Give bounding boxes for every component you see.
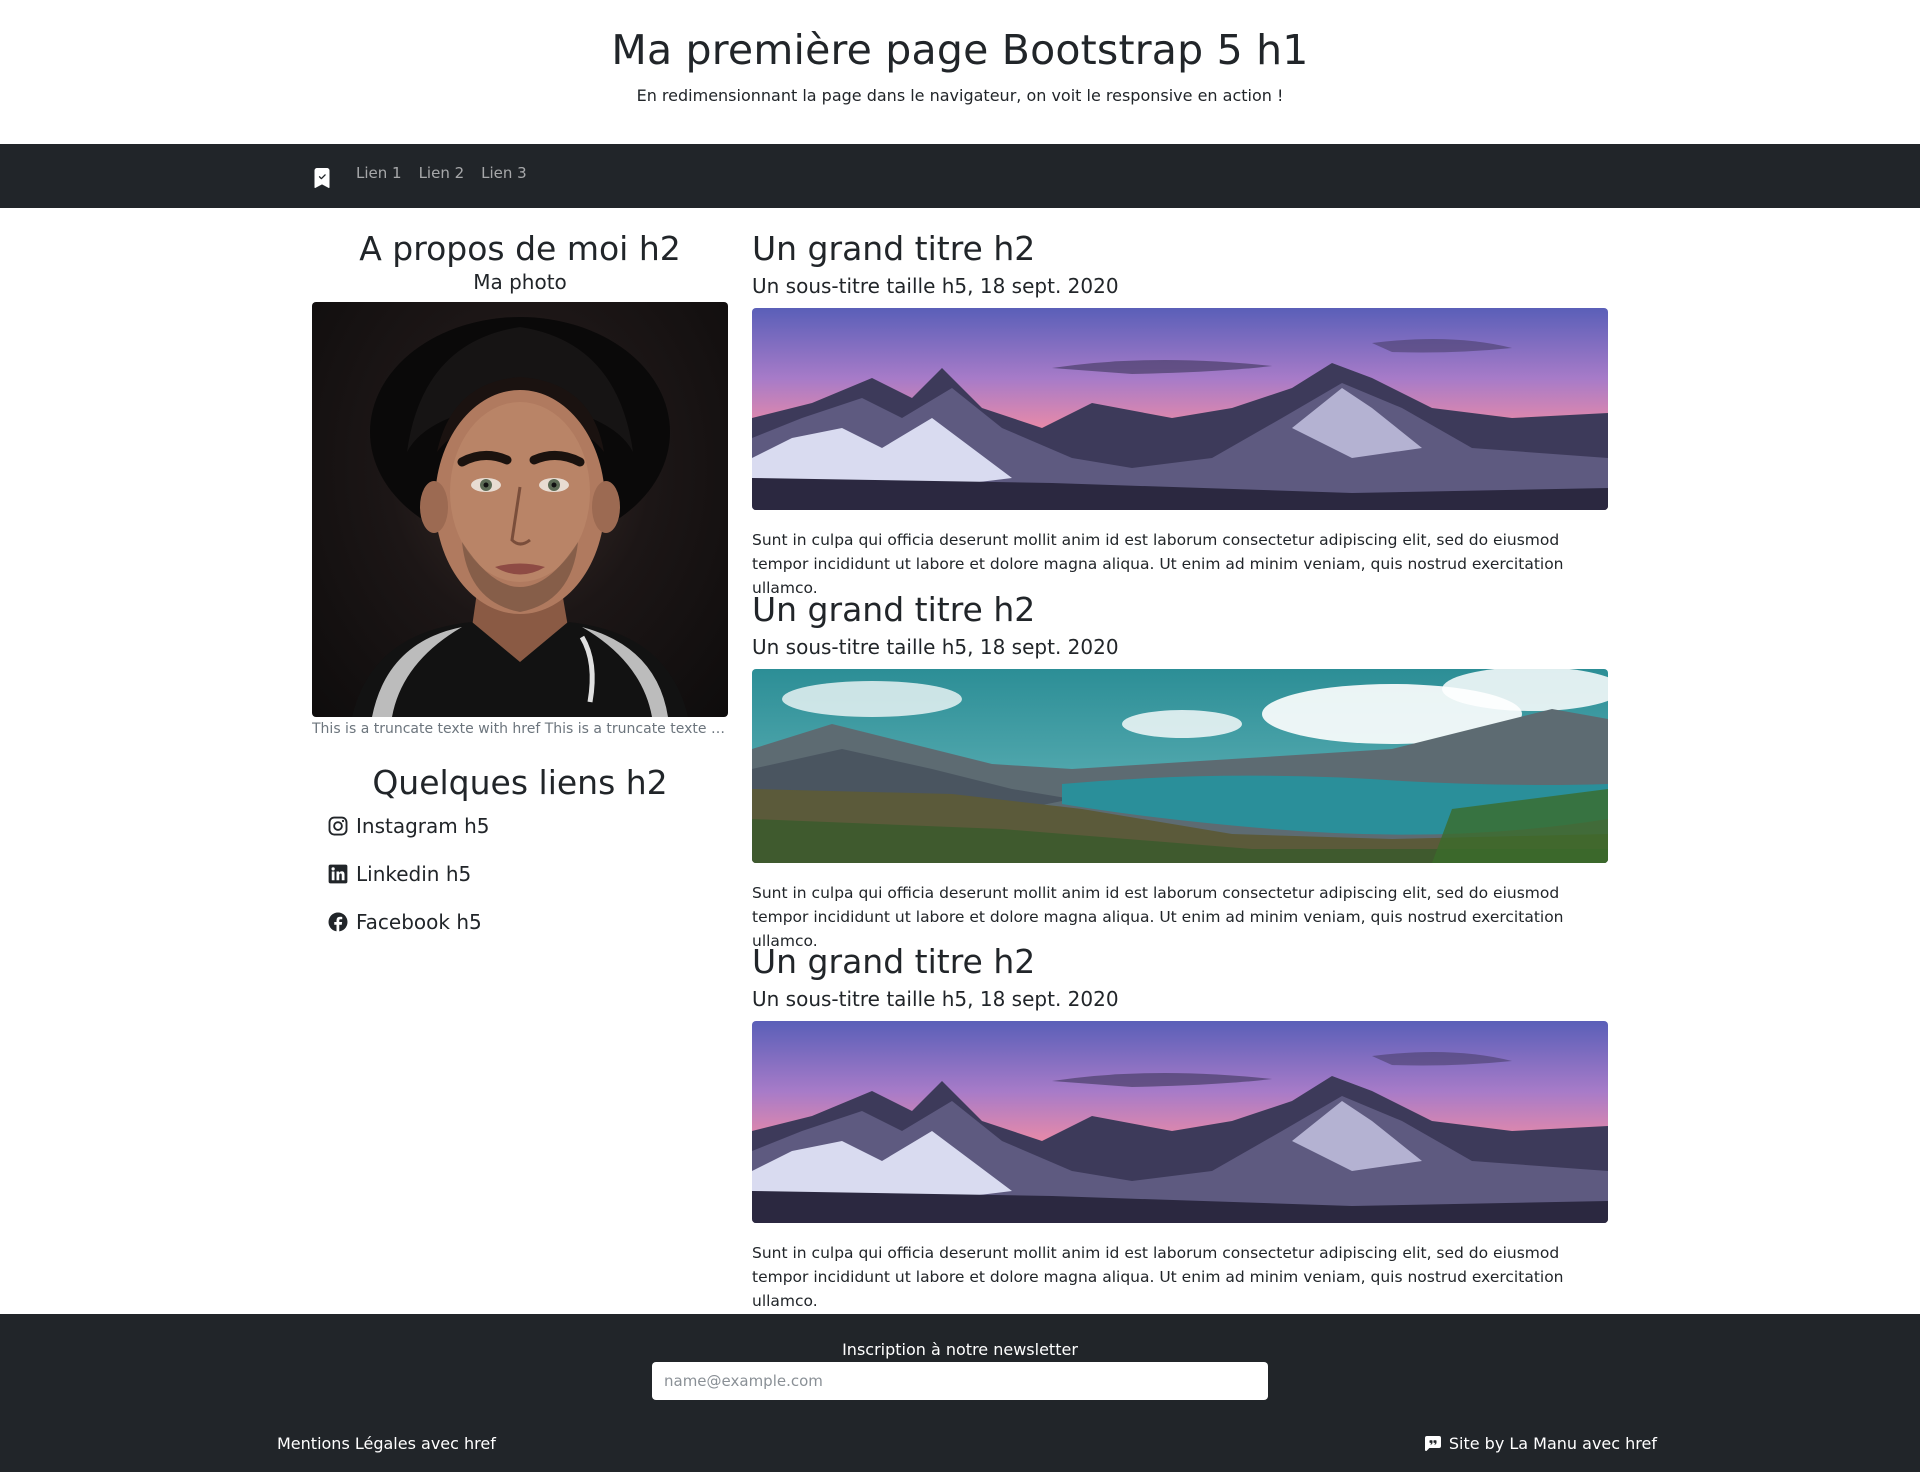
- social-link-label: Facebook h5: [356, 910, 482, 934]
- page-title: Ma première page Bootstrap 5 h1: [611, 26, 1309, 74]
- social-link-facebook[interactable]: Facebook h5: [328, 910, 482, 934]
- credit-link[interactable]: Site by La Manu avec href: [1424, 1434, 1657, 1453]
- page-header: Ma première page Bootstrap 5 h1 En redim…: [0, 0, 1920, 144]
- article-subtitle: Un sous-titre taille h5, 18 sept. 2020: [752, 987, 1119, 1011]
- article-body: Sunt in culpa qui officia deserunt molli…: [752, 1244, 1564, 1310]
- navbar-links: Lien 1 Lien 2 Lien 3: [356, 164, 527, 182]
- nav-link-3[interactable]: Lien 3: [481, 164, 527, 182]
- mountain-sunset-illustration: [752, 308, 1608, 510]
- newsletter-email-input[interactable]: [652, 1362, 1268, 1400]
- navbar: Lien 1 Lien 2 Lien 3: [0, 144, 1920, 208]
- article-image-mountains: [752, 308, 1608, 510]
- social-link-linkedin[interactable]: Linkedin h5: [328, 862, 471, 886]
- linkedin-icon: [328, 864, 348, 884]
- truncate-link[interactable]: This is a truncate texte with href This …: [312, 721, 728, 737]
- article: Un grand titre h2 Un sous-titre taille h…: [752, 589, 1608, 953]
- instagram-icon: [328, 816, 348, 836]
- page-lead: En redimensionnant la page dans le navig…: [636, 86, 1284, 105]
- mountain-lake-illustration: [752, 669, 1608, 863]
- nav-link-1[interactable]: Lien 1: [356, 164, 402, 182]
- credit-link-label: Site by La Manu avec href: [1448, 1434, 1657, 1453]
- portrait-illustration: [352, 317, 688, 717]
- bookmark-check-icon: [314, 168, 330, 188]
- article-subtitle: Un sous-titre taille h5, 18 sept. 2020: [752, 635, 1119, 659]
- social-link-label: Instagram h5: [356, 814, 490, 838]
- article-image-mountains: [752, 1021, 1608, 1223]
- article-title: Un grand titre h2: [752, 590, 1036, 629]
- nav-link-2[interactable]: Lien 2: [419, 164, 465, 182]
- newsletter-label: Inscription à notre newsletter: [842, 1340, 1078, 1359]
- article-title: Un grand titre h2: [752, 942, 1036, 981]
- social-link-instagram[interactable]: Instagram h5: [328, 814, 490, 838]
- mountain-sunset-illustration: [752, 1021, 1608, 1223]
- chat-quote-icon: [1424, 1435, 1441, 1451]
- article: Un grand titre h2 Un sous-titre taille h…: [752, 228, 1608, 600]
- facebook-icon: [328, 912, 348, 932]
- profile-photo: [312, 302, 728, 717]
- legal-link[interactable]: Mentions Légales avec href: [277, 1434, 496, 1453]
- photo-label: Ma photo: [473, 270, 567, 294]
- main-content: A propos de moi h2 Ma photo This is a tr…: [0, 208, 1920, 1314]
- social-link-label: Linkedin h5: [356, 862, 472, 886]
- navbar-brand[interactable]: [312, 166, 332, 190]
- footer: Inscription à notre newsletter Mentions …: [0, 1314, 1920, 1472]
- article-subtitle: Un sous-titre taille h5, 18 sept. 2020: [752, 274, 1119, 298]
- links-title: Quelques liens h2: [372, 763, 668, 802]
- article-image-lake: [752, 669, 1608, 863]
- article-title: Un grand titre h2: [752, 229, 1036, 268]
- about-title: A propos de moi h2: [359, 229, 681, 268]
- article: Un grand titre h2 Un sous-titre taille h…: [752, 941, 1608, 1313]
